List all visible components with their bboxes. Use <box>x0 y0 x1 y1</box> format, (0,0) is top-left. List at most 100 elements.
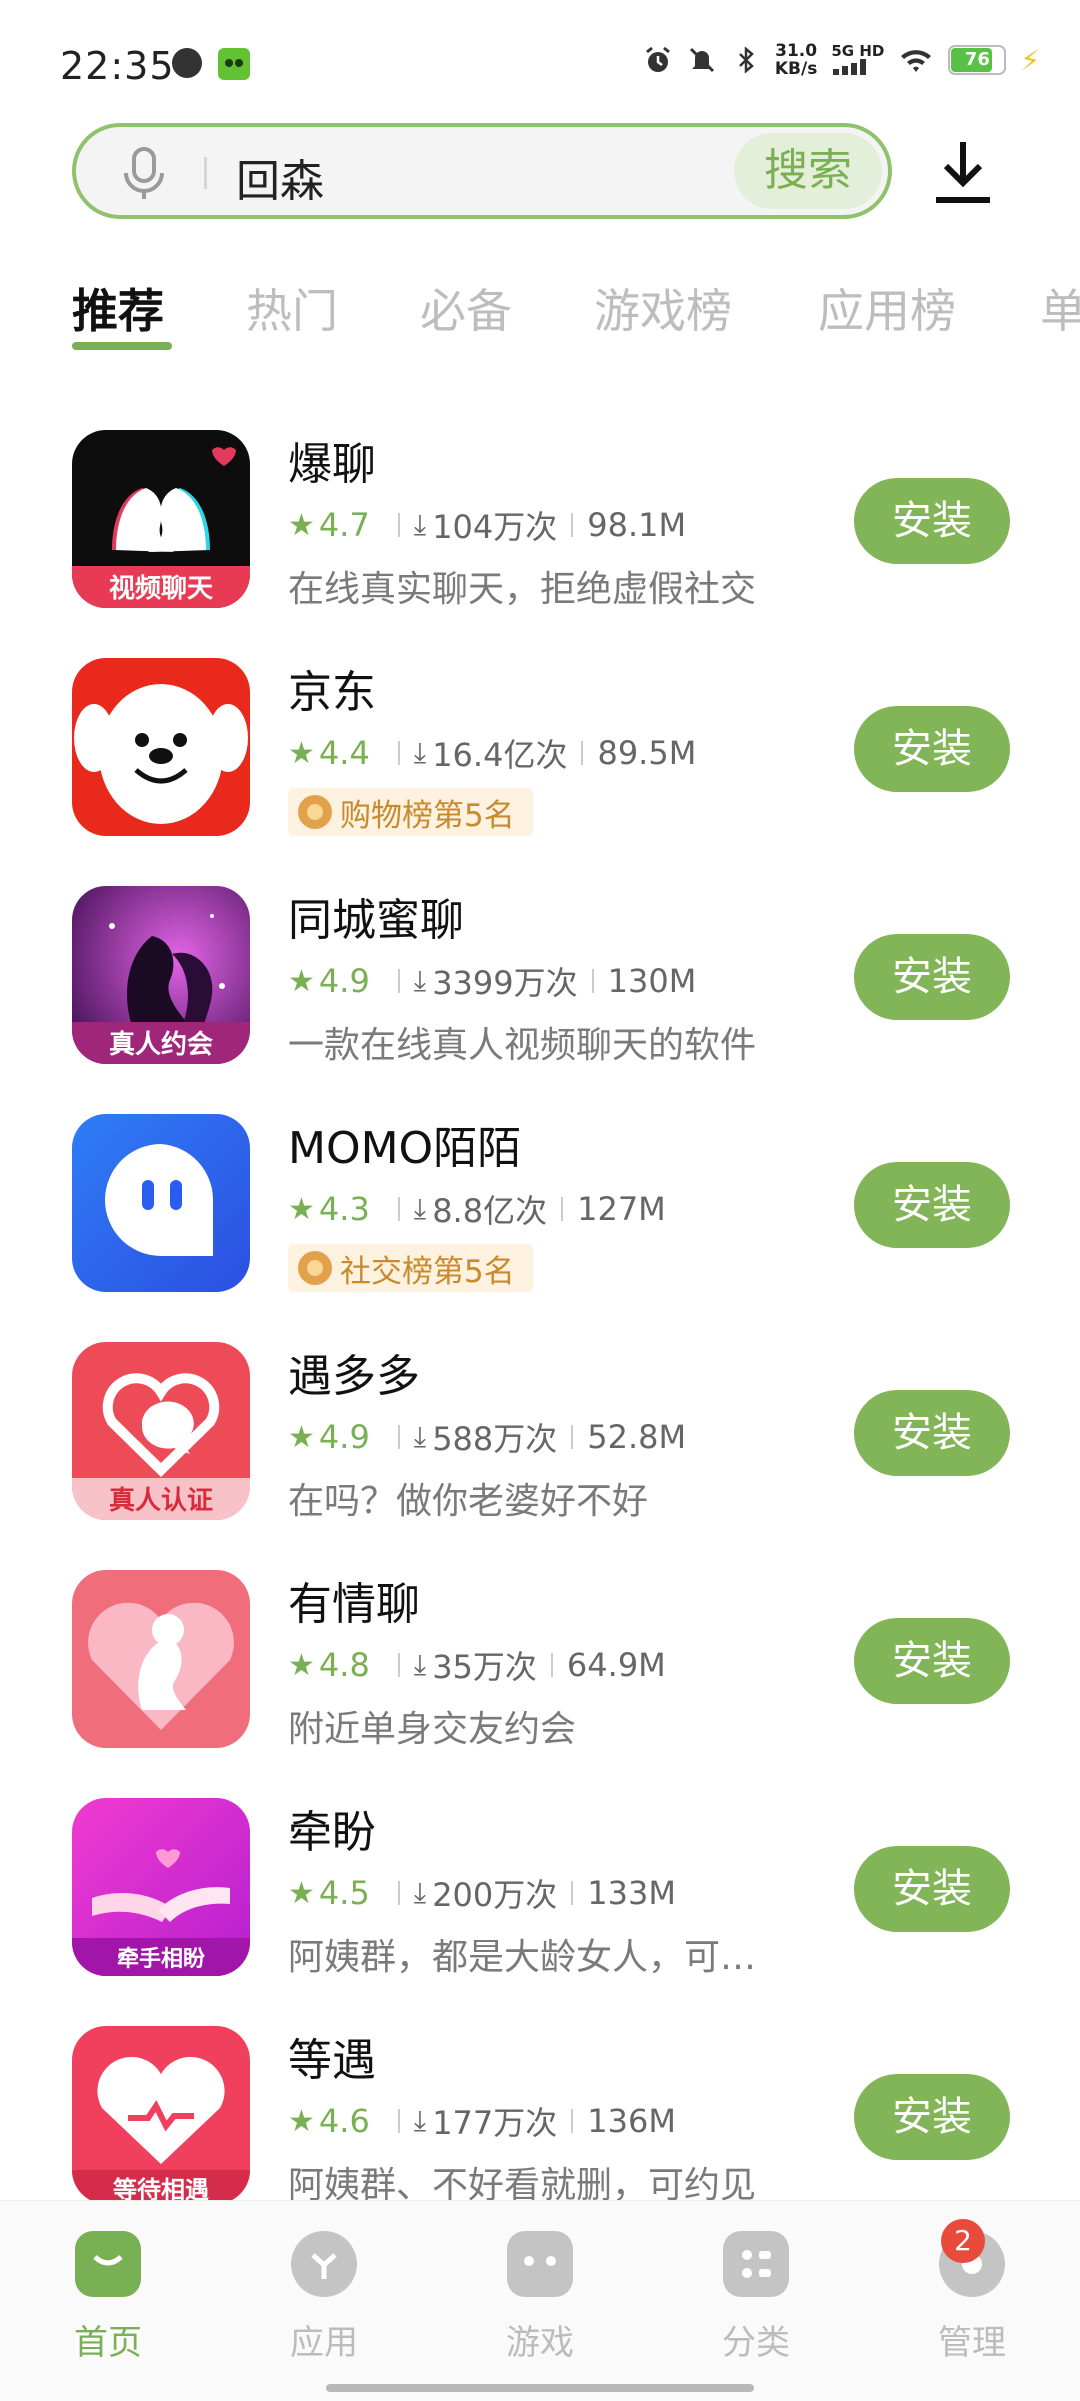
list-item[interactable]: 视频聊天 爆聊 ★ 4.7 ⤓ 104万次 98.1M 在线真实聊天，拒绝虚假社… <box>0 410 1080 638</box>
list-item[interactable]: MOMO陌陌 ★ 4.3 ⤓ 8.8亿次 127M 社交榜第5名 安装 <box>0 1094 1080 1322</box>
star-icon: ★ <box>288 2103 315 2139</box>
app-icon-qianpan[interactable]: 牵手相盼 <box>72 1798 250 1976</box>
divider <box>397 741 400 765</box>
app-description: 阿姨群、不好看就删，可约见 <box>288 2165 757 2200</box>
search-button[interactable]: 搜索 <box>734 133 882 209</box>
search-input[interactable]: 回森 <box>236 145 324 209</box>
app-icon-text: 等待相遇 <box>113 2176 209 2200</box>
alarm-icon <box>645 46 670 72</box>
app-rating: 4.8 <box>318 1646 370 1684</box>
nfc-icon <box>172 48 202 78</box>
list-item[interactable]: 牵手相盼 牵盼 ★ 4.5 ⤓ 200万次 133M 阿姨群，都是大龄女人，可…… <box>0 1778 1080 2006</box>
microphone-icon[interactable] <box>120 145 168 201</box>
home-indicator[interactable] <box>326 2384 754 2392</box>
home-bag-icon <box>75 2231 141 2297</box>
app-icon-dengyu[interactable]: 等待相遇 <box>72 2026 250 2200</box>
install-button[interactable]: 安装 <box>854 478 1010 564</box>
app-meta: ★ 4.4 ⤓ 16.4亿次 89.5M <box>288 730 696 776</box>
app-meta: ★ 4.6 ⤓ 177万次 136M <box>288 2098 676 2144</box>
nav-apps[interactable]: 应用 <box>254 2231 394 2364</box>
nav-home[interactable]: 首页 <box>38 2231 178 2364</box>
app-rating: 4.6 <box>318 2102 370 2140</box>
app-name: 京东 <box>288 667 376 718</box>
star-icon: ★ <box>288 963 315 999</box>
app-icon-yuduoduo[interactable]: 真人认证 <box>72 1342 250 1520</box>
app-icon-jd[interactable] <box>72 658 250 836</box>
download-count-icon: ⤓ <box>413 508 427 541</box>
app-icon-youqingliao[interactable] <box>72 1570 250 1748</box>
app-rating: 4.9 <box>318 1418 370 1456</box>
download-count-icon: ⤓ <box>413 1648 427 1681</box>
medal-icon <box>298 1251 332 1285</box>
app-description: 阿姨群，都是大龄女人，可… <box>288 1937 757 1978</box>
app-name: 爆聊 <box>288 439 376 490</box>
app-description: 在吗？做你老婆好不好 <box>288 1481 649 1522</box>
app-rating: 4.4 <box>318 734 370 772</box>
app-meta: ★ 4.9 ⤓ 3399万次 130M <box>288 958 696 1004</box>
star-icon: ★ <box>288 1419 315 1455</box>
search-divider <box>204 157 207 189</box>
tab-recommend[interactable]: 推荐 <box>72 275 164 341</box>
app-name: 有情聊 <box>288 1579 420 1630</box>
nav-manage[interactable]: 2 管理 <box>902 2219 1042 2364</box>
tab-game-rank[interactable]: 游戏榜 <box>594 275 732 341</box>
mute-icon <box>689 47 714 73</box>
app-rating: 4.5 <box>318 1874 370 1912</box>
list-item[interactable]: 京东 ★ 4.4 ⤓ 16.4亿次 89.5M 购物榜第5名 安装 <box>0 638 1080 866</box>
app-description: 附近单身交友约会 <box>288 1709 577 1750</box>
nav-games[interactable]: 游戏 <box>470 2231 610 2364</box>
app-downloads: 588万次 <box>432 1420 558 1458</box>
tab-hot[interactable]: 热门 <box>246 275 338 341</box>
wifi-icon <box>901 50 932 72</box>
app-meta: ★ 4.9 ⤓ 588万次 52.8M <box>288 1414 686 1460</box>
app-name: 牵盼 <box>288 1807 376 1858</box>
signal-icon <box>833 58 867 75</box>
app-list: 视频聊天 爆聊 ★ 4.7 ⤓ 104万次 98.1M 在线真实聊天，拒绝虚假社… <box>0 410 1080 2200</box>
app-downloads: 177万次 <box>432 2104 558 2142</box>
install-button[interactable]: 安装 <box>854 706 1010 792</box>
download-count-icon: ⤓ <box>413 1192 427 1225</box>
download-count-icon: ⤓ <box>413 736 427 769</box>
app-description: 一款在线真人视频聊天的软件 <box>288 1025 757 1066</box>
list-item[interactable]: 等待相遇 等遇 ★ 4.6 ⤓ 177万次 136M 阿姨群、不好看就删，可约见… <box>0 2006 1080 2200</box>
tab-more[interactable]: 单 <box>1040 275 1080 341</box>
divider <box>397 1197 400 1221</box>
divider <box>571 1425 574 1449</box>
list-item[interactable]: 真人约会 同城蜜聊 ★ 4.9 ⤓ 3399万次 130M 一款在线真人视频聊天… <box>0 866 1080 1094</box>
tab-underline <box>72 342 172 350</box>
star-icon: ★ <box>288 1191 315 1227</box>
download-count-icon: ⤓ <box>413 1420 427 1453</box>
divider <box>571 2109 574 2133</box>
install-button[interactable]: 安装 <box>854 1618 1010 1704</box>
app-icon-baoliao[interactable]: 视频聊天 <box>72 430 250 608</box>
rank-badge-text: 购物榜第5名 <box>340 797 515 834</box>
app-size: 133M <box>587 1874 676 1912</box>
list-item[interactable]: 真人认证 遇多多 ★ 4.9 ⤓ 588万次 52.8M 在吗？做你老婆好不好 … <box>0 1322 1080 1550</box>
tab-essential[interactable]: 必备 <box>420 275 512 341</box>
install-button[interactable]: 安装 <box>854 934 1010 1020</box>
install-button[interactable]: 安装 <box>854 1390 1010 1476</box>
app-downloads: 104万次 <box>432 508 558 546</box>
app-icon-momo[interactable] <box>72 1114 250 1292</box>
battery-level: 76 <box>964 49 990 70</box>
search-bar[interactable]: 回森 搜索 <box>72 123 892 219</box>
apps-icon <box>291 2231 357 2297</box>
list-item[interactable]: 有情聊 ★ 4.8 ⤓ 35万次 64.9M 附近单身交友约会 安装 <box>0 1550 1080 1778</box>
tab-app-rank[interactable]: 应用榜 <box>818 275 956 341</box>
divider <box>397 1881 400 1905</box>
app-icon-text: 视频聊天 <box>109 574 213 604</box>
app-icon-text: 真人认证 <box>109 1486 213 1516</box>
app-name: MOMO陌陌 <box>288 1123 522 1174</box>
nav-category[interactable]: 分类 <box>686 2231 826 2364</box>
app-icon-tongcheng-miliao[interactable]: 真人约会 <box>72 886 250 1064</box>
install-button[interactable]: 安装 <box>854 1162 1010 1248</box>
download-count-icon: ⤓ <box>413 964 427 997</box>
divider <box>397 1653 400 1677</box>
download-manager-icon[interactable] <box>930 138 996 208</box>
install-button[interactable]: 安装 <box>854 1846 1010 1932</box>
install-button[interactable]: 安装 <box>854 2074 1010 2160</box>
app-size: 98.1M <box>587 506 687 544</box>
charging-icon: ⚡ <box>1020 43 1040 77</box>
status-bar: 22:35 31.0 KB/s 5G HD 76 ⚡ <box>0 0 1080 120</box>
net-speed: 31.0 KB/s <box>774 41 818 79</box>
